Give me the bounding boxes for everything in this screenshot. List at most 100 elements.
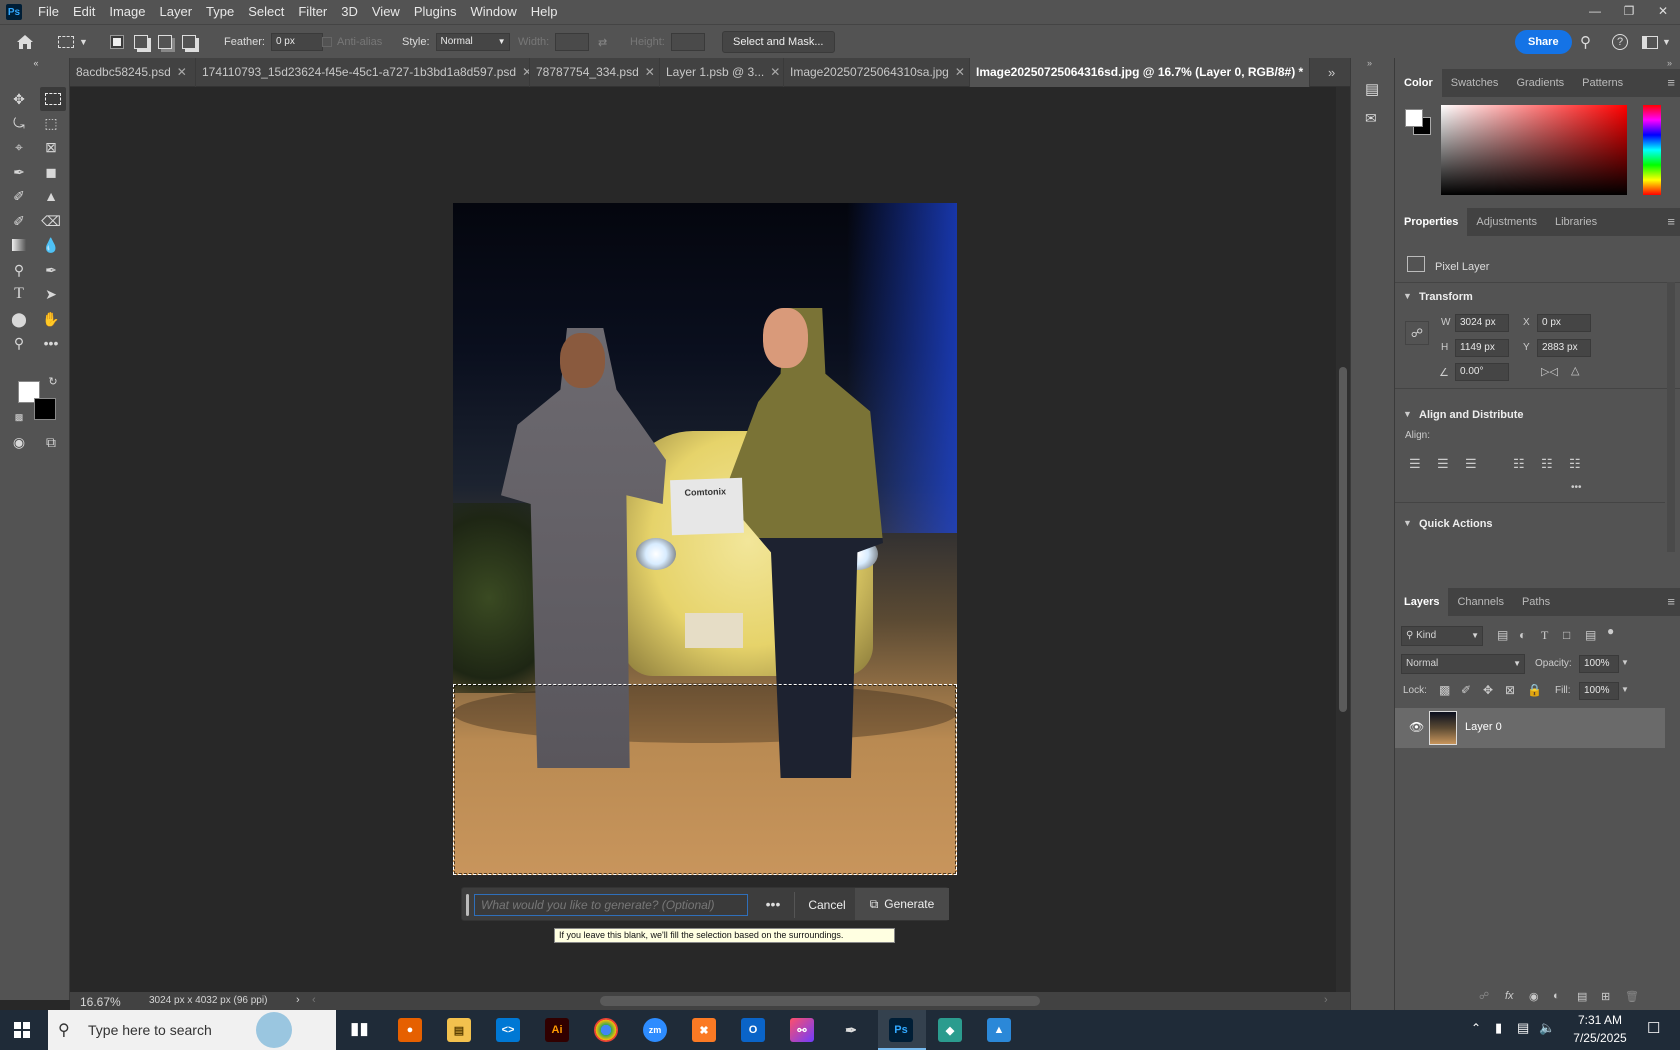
- tab-libraries[interactable]: Libraries: [1546, 208, 1606, 236]
- volume-icon[interactable]: 🔈: [1539, 1020, 1555, 1036]
- tab-gradients[interactable]: Gradients: [1507, 69, 1573, 97]
- panel-menu-icon[interactable]: ≡: [1667, 75, 1675, 90]
- lock-all-icon[interactable]: 🔒: [1527, 683, 1542, 697]
- fill-field[interactable]: 100%: [1579, 682, 1619, 700]
- filter-pixel-icon[interactable]: ▤: [1497, 628, 1508, 642]
- link-dimensions-icon[interactable]: ☍: [1405, 321, 1429, 345]
- intersect-selection-icon[interactable]: [182, 35, 196, 49]
- gradient-tool-icon[interactable]: [8, 234, 30, 256]
- close-tab-icon[interactable]: ✕: [1309, 65, 1310, 79]
- taskbar-search-input[interactable]: Type here to search: [48, 1010, 336, 1050]
- vertical-scrollbar[interactable]: [1336, 87, 1350, 992]
- tab-patterns[interactable]: Patterns: [1573, 69, 1632, 97]
- edit-toolbar-icon[interactable]: •••: [40, 332, 62, 354]
- background-color-swatch[interactable]: [34, 398, 56, 420]
- minimize-icon[interactable]: —: [1578, 0, 1612, 24]
- close-tab-icon[interactable]: ✕: [955, 65, 965, 79]
- menu-file[interactable]: File: [31, 0, 66, 24]
- swap-width-height-icon[interactable]: ⇄: [598, 25, 607, 59]
- blur-tool-icon[interactable]: 💧: [40, 234, 62, 256]
- eyedropper-tool-icon[interactable]: ✒: [8, 161, 30, 183]
- filter-adjustment-icon[interactable]: ◐: [1519, 628, 1526, 642]
- move-tool-icon[interactable]: ✥: [8, 88, 30, 110]
- scrollbar-thumb[interactable]: [1339, 367, 1347, 712]
- clock-time[interactable]: 7:31 AM: [1570, 1013, 1630, 1027]
- tab-color[interactable]: Color: [1395, 69, 1442, 97]
- photoshop-taskbar-icon[interactable]: Ps: [889, 1018, 913, 1042]
- chevron-down-icon[interactable]: ▼: [1621, 685, 1629, 694]
- menu-edit[interactable]: Edit: [66, 0, 102, 24]
- angle-field[interactable]: 0.00°: [1455, 363, 1509, 381]
- chevron-down-icon[interactable]: ▼: [1662, 37, 1671, 47]
- generate-button[interactable]: ⧉ Generate: [855, 888, 949, 920]
- help-icon[interactable]: ?: [1612, 34, 1628, 50]
- tab-properties[interactable]: Properties: [1395, 208, 1468, 236]
- home-button[interactable]: [16, 25, 34, 59]
- close-tab-icon[interactable]: ✕: [770, 65, 780, 79]
- chevron-right-icon[interactable]: ›: [296, 994, 300, 1006]
- chevron-down-icon[interactable]: ▼: [1403, 518, 1412, 528]
- filter-shape-icon[interactable]: □: [1563, 628, 1570, 642]
- eraser-tool-icon[interactable]: ⌫: [40, 210, 62, 232]
- vscode-icon[interactable]: <>: [496, 1018, 520, 1042]
- zoom-level[interactable]: 16.67%: [80, 995, 121, 1009]
- tab-layers[interactable]: Layers: [1395, 588, 1449, 616]
- menu-layer[interactable]: Layer: [153, 0, 200, 24]
- scroll-left-icon[interactable]: ‹: [312, 994, 316, 1006]
- lasso-tool-icon[interactable]: ⤿: [8, 112, 30, 134]
- menu-image[interactable]: Image: [102, 0, 152, 24]
- close-tab-icon[interactable]: ✕: [645, 65, 655, 79]
- object-selection-tool-icon[interactable]: ⬚: [40, 112, 62, 134]
- pen-app-icon[interactable]: ✒: [839, 1018, 863, 1042]
- style-select[interactable]: Normal ▼: [435, 33, 510, 51]
- hue-slider[interactable]: [1643, 105, 1661, 195]
- lock-image-icon[interactable]: ✐: [1461, 683, 1471, 697]
- lock-position-icon[interactable]: ✥: [1483, 683, 1493, 697]
- zoom-app-icon[interactable]: zm: [643, 1018, 667, 1042]
- path-selection-tool-icon[interactable]: ➤: [40, 283, 62, 305]
- selection-marquee[interactable]: [453, 684, 957, 875]
- align-center-h-icon[interactable]: ☰: [1437, 456, 1449, 472]
- visibility-eye-icon[interactable]: 👁: [1409, 720, 1424, 734]
- delete-layer-icon[interactable]: 🗑: [1625, 990, 1639, 1003]
- layer-style-icon[interactable]: fx: [1505, 990, 1514, 1002]
- flip-vertical-icon[interactable]: △: [1571, 364, 1579, 377]
- menu-window[interactable]: Window: [463, 0, 523, 24]
- tab-document-1[interactable]: 8acdbc58245.psd ✕: [70, 58, 196, 87]
- collapse-toolbar-icon[interactable]: «: [6, 58, 66, 68]
- brush-tool-icon[interactable]: ✐: [8, 185, 30, 207]
- tab-document-3[interactable]: 78787754_334.psd ✕: [530, 58, 660, 87]
- generate-prompt-input[interactable]: What would you like to generate? (Option…: [474, 894, 748, 916]
- workspace-icon[interactable]: [1642, 35, 1658, 49]
- more-tabs-icon[interactable]: »: [1322, 58, 1348, 87]
- more-options-icon[interactable]: •••: [1571, 482, 1582, 493]
- chrome-icon[interactable]: [594, 1018, 618, 1042]
- notifications-icon[interactable]: ☐: [1647, 1019, 1660, 1037]
- width-input[interactable]: [555, 33, 590, 51]
- crop-tool-icon[interactable]: ⌖: [8, 136, 30, 158]
- align-right-icon[interactable]: ☰: [1465, 456, 1477, 472]
- tab-swatches[interactable]: Swatches: [1442, 69, 1508, 97]
- battery-icon[interactable]: ▮: [1495, 1020, 1502, 1036]
- chevron-up-icon[interactable]: ⌃: [1471, 1021, 1481, 1035]
- network-icon[interactable]: ▤: [1517, 1020, 1529, 1036]
- pen-tool-icon[interactable]: ✒: [40, 259, 62, 281]
- height-field[interactable]: 1149 px: [1455, 339, 1509, 357]
- foreground-color-swatch[interactable]: [1405, 109, 1423, 127]
- search-icon[interactable]: ⚲: [1580, 25, 1591, 59]
- tab-channels[interactable]: Channels: [1448, 588, 1512, 616]
- flip-horizontal-icon[interactable]: ▷◁: [1541, 365, 1558, 378]
- new-layer-icon[interactable]: ⊞: [1601, 990, 1610, 1003]
- close-icon[interactable]: ✕: [1646, 0, 1680, 24]
- zoom-tool-icon[interactable]: ⚲: [8, 332, 30, 354]
- y-field[interactable]: 2883 px: [1537, 339, 1591, 357]
- align-left-icon[interactable]: ☰: [1409, 456, 1421, 472]
- align-middle-v-icon[interactable]: ☷: [1541, 456, 1553, 472]
- tab-document-2[interactable]: 174110793_15d23624-f45e-45c1-a727-1b3bd1…: [196, 58, 530, 87]
- add-mask-icon[interactable]: ◉: [1529, 990, 1539, 1003]
- menu-3d[interactable]: 3D: [334, 0, 365, 24]
- close-tab-icon[interactable]: ✕: [177, 65, 187, 79]
- swap-colors-icon[interactable]: ↻: [46, 374, 60, 388]
- select-and-mask-button[interactable]: Select and Mask...: [722, 31, 835, 53]
- menu-type[interactable]: Type: [199, 0, 241, 24]
